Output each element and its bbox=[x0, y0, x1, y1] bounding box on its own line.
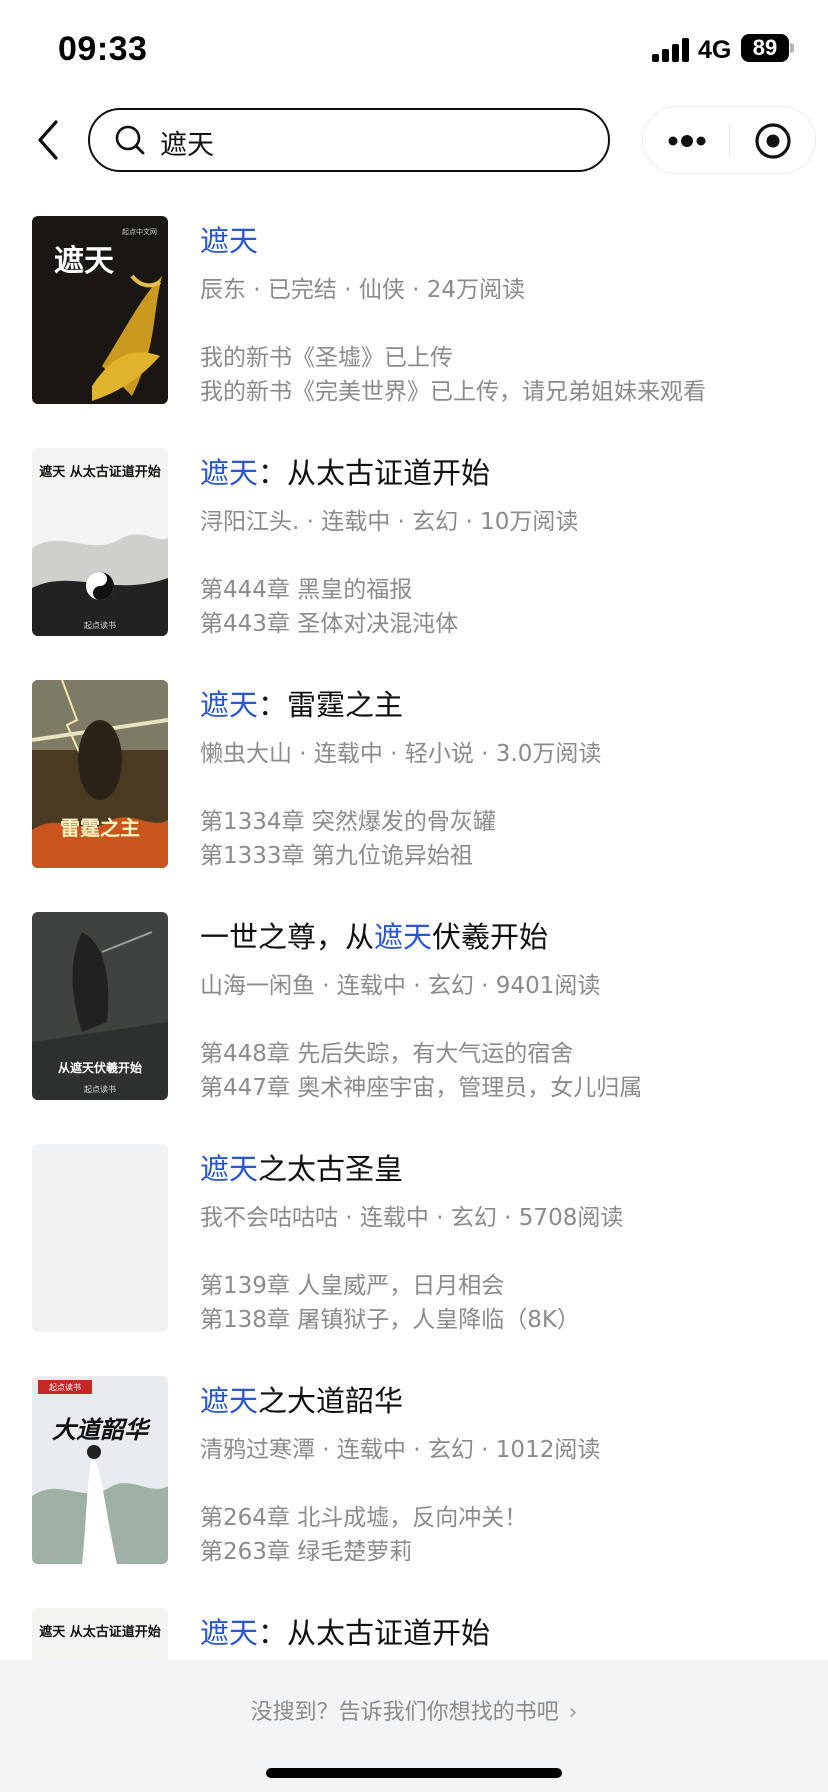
status-bar: 09:33 4G 89 bbox=[0, 0, 828, 100]
result-item[interactable]: 雷霆之主 遮天：雷霆之主 懒虫大山 · 连载中 · 轻小说 · 3.0万阅读 第… bbox=[0, 680, 828, 869]
book-cover[interactable]: 雷霆之主 bbox=[32, 680, 168, 868]
status-time: 09:33 bbox=[58, 30, 148, 68]
chapter-line: 第139章 人皇威严，日月相会 bbox=[200, 1273, 505, 1299]
cover-title: 遮天 从太古证道开始 bbox=[39, 1624, 161, 1640]
book-title[interactable]: 遮天 bbox=[200, 218, 258, 260]
capsule-divider bbox=[729, 125, 730, 157]
chapter-line: 我的新书《圣墟》已上传 bbox=[200, 345, 453, 371]
cover-title: 遮天 从太古证道开始 bbox=[39, 464, 161, 480]
feedback-link[interactable]: 没搜到？告诉我们你想找的书吧 › bbox=[0, 1694, 828, 1726]
book-title[interactable]: 一世之尊，从遮天伏羲开始 bbox=[200, 914, 548, 956]
home-indicator bbox=[266, 1768, 562, 1778]
battery-icon: 89 bbox=[741, 34, 789, 62]
signal-icon bbox=[652, 38, 690, 62]
chapter-line: 第1333章 第九位诡异始祖 bbox=[200, 843, 473, 869]
chevron-right-icon: › bbox=[568, 1700, 578, 1725]
book-title[interactable]: 遮天：雷霆之主 bbox=[200, 682, 403, 724]
book-meta: 浔阳江头. · 连载中 · 玄幻 · 10万阅读 bbox=[200, 509, 579, 535]
book-title[interactable]: 遮天：从太古证道开始 bbox=[200, 1610, 490, 1652]
book-cover[interactable]: 遮天 起点中文网 bbox=[32, 216, 168, 404]
chapter-line: 第138章 屠镇狱子，人皇降临（8K） bbox=[200, 1307, 580, 1333]
cover-title: 遮天 bbox=[54, 244, 114, 279]
search-query[interactable]: 遮天 bbox=[160, 123, 214, 162]
back-icon[interactable] bbox=[34, 118, 70, 162]
close-target-icon[interactable] bbox=[753, 121, 793, 161]
book-cover-placeholder[interactable] bbox=[32, 1144, 168, 1332]
search-input[interactable]: 遮天 bbox=[88, 108, 610, 172]
network-type: 4G bbox=[698, 36, 732, 64]
book-meta: 懒虫大山 · 连载中 · 轻小说 · 3.0万阅读 bbox=[200, 741, 602, 767]
result-item[interactable]: 从遮天伏羲开始 起点读书 一世之尊，从遮天伏羲开始 山海一闲鱼 · 连载中 · … bbox=[0, 912, 828, 1101]
result-item[interactable]: 遮天之太古圣皇 我不会咕咕咕 · 连载中 · 玄幻 · 5708阅读 第139章… bbox=[0, 1144, 828, 1333]
more-icon[interactable] bbox=[665, 129, 709, 153]
search-icon bbox=[114, 124, 146, 156]
chapter-line: 第263章 绿毛楚萝莉 bbox=[200, 1539, 413, 1565]
svg-text:起点读书: 起点读书 bbox=[84, 1084, 116, 1094]
svg-text:起点中文网: 起点中文网 bbox=[122, 227, 157, 236]
chapter-line: 第443章 圣体对决混沌体 bbox=[200, 611, 459, 637]
book-cover[interactable]: 遮天 从太古证道开始 起点读书 bbox=[32, 448, 168, 636]
chapter-line: 第264章 北斗成墟，反向冲关！ bbox=[200, 1505, 528, 1531]
chapter-line: 第1334章 突然爆发的骨灰罐 bbox=[200, 809, 496, 835]
chapter-line: 第444章 黑皇的福报 bbox=[200, 577, 413, 603]
cover-title: 雷霆之主 bbox=[60, 816, 140, 840]
battery-tip bbox=[790, 43, 794, 53]
book-title[interactable]: 遮天之太古圣皇 bbox=[200, 1146, 403, 1188]
book-meta: 辰东 · 已完结 · 仙侠 · 24万阅读 bbox=[200, 277, 526, 303]
cover-title: 大道韶华 bbox=[52, 1415, 151, 1444]
svg-text:起点读书: 起点读书 bbox=[49, 1382, 81, 1392]
chapter-line: 第447章 奥术神座宇宙，管理员，女儿归属 bbox=[200, 1075, 643, 1101]
book-title[interactable]: 遮天之大道韶华 bbox=[200, 1378, 403, 1420]
book-meta: 我不会咕咕咕 · 连载中 · 玄幻 · 5708阅读 bbox=[200, 1205, 624, 1231]
chapter-line: 第448章 先后失踪，有大气运的宿舍 bbox=[200, 1041, 574, 1067]
result-item[interactable]: 大道韶华 起点读书 遮天之大道韶华 清鸦过寒潭 · 连载中 · 玄幻 · 101… bbox=[0, 1376, 828, 1565]
cover-title: 从遮天伏羲开始 bbox=[58, 1060, 142, 1075]
mini-program-capsule bbox=[642, 106, 816, 174]
chapter-line: 我的新书《完美世界》已上传，请兄弟姐妹来观看 bbox=[200, 379, 706, 405]
svg-text:起点读书: 起点读书 bbox=[84, 620, 116, 630]
result-item[interactable]: 遮天 从太古证道开始 起点读书 遮天：从太古证道开始 浔阳江头. · 连载中 ·… bbox=[0, 448, 828, 637]
book-cover[interactable]: 大道韶华 起点读书 bbox=[32, 1376, 168, 1564]
book-title[interactable]: 遮天：从太古证道开始 bbox=[200, 450, 490, 492]
book-meta: 山海一闲鱼 · 连载中 · 玄幻 · 9401阅读 bbox=[200, 973, 601, 999]
book-meta: 清鸦过寒潭 · 连载中 · 玄幻 · 1012阅读 bbox=[200, 1437, 601, 1463]
result-item[interactable]: 遮天 起点中文网 遮天 辰东 · 已完结 · 仙侠 · 24万阅读 我的新书《圣… bbox=[0, 216, 828, 405]
feedback-footer[interactable]: 没搜到？告诉我们你想找的书吧 › bbox=[0, 1660, 828, 1792]
book-cover[interactable]: 从遮天伏羲开始 起点读书 bbox=[32, 912, 168, 1100]
